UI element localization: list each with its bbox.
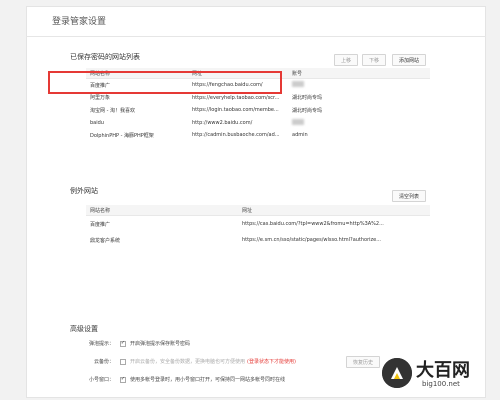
masked-account bbox=[292, 118, 304, 125]
saved-sites-title: 已保存密码的网站列表 bbox=[70, 53, 140, 61]
watermark-logo-icon bbox=[382, 358, 412, 388]
watermark-url: big100.net bbox=[422, 380, 460, 388]
site-name: baidu bbox=[90, 119, 104, 126]
clear-list-button[interactable]: 清空列表 bbox=[392, 190, 426, 202]
column-header-name: 网站名称 bbox=[86, 205, 238, 216]
add-site-button[interactable]: 添加网站 bbox=[392, 54, 426, 66]
move-down-button[interactable]: 下移 bbox=[362, 54, 386, 66]
setting-description: 开启弹泡提示保存账号密码 bbox=[130, 341, 191, 347]
site-account bbox=[288, 79, 430, 92]
restore-history-button[interactable]: 恢复历史 bbox=[346, 356, 380, 368]
site-account: 湖北时尚专玛 bbox=[292, 95, 323, 102]
table-row[interactable]: 鼎龙客户系统 https://e.sm.cn/sso/static/pages/… bbox=[86, 232, 430, 248]
setting-bubble-tip: 弹泡提示： ✓ 开启弹泡提示保存账号密码 bbox=[74, 340, 190, 347]
exceptions-title: 例外网站 bbox=[70, 187, 98, 195]
table-row[interactable]: DolphinPHP - 海豚PHP框架 http://cadmin.busba… bbox=[86, 129, 430, 142]
site-account: 湖北时尚专玛 bbox=[292, 107, 323, 114]
highlight-box bbox=[48, 71, 282, 94]
bubble-tip-checkbox[interactable]: ✓ bbox=[120, 340, 126, 347]
setting-description: 使用多帐号登录时，用小号窗口打开，可保持同一网站多帐号同时在线 bbox=[130, 377, 286, 383]
advanced-settings-title: 高级设置 bbox=[70, 325, 98, 333]
watermark-logo-svg bbox=[382, 358, 412, 388]
login-required-note: (登录状态下才能使用) bbox=[247, 359, 296, 365]
table-row[interactable]: 百度推广 https://cas.baidu.com/?tpl=www2&fro… bbox=[86, 216, 430, 233]
site-name: 鼎龙客户系统 bbox=[90, 237, 121, 244]
setting-label: 小号窗口： bbox=[88, 377, 114, 383]
table-row[interactable]: baidu http://www2.baidu.com/ bbox=[86, 117, 430, 130]
site-url: http://www2.baidu.com/ bbox=[192, 119, 253, 126]
masked-account bbox=[292, 81, 304, 88]
site-account bbox=[288, 117, 430, 130]
site-url: http://cadmin.busbaoche.com/ad... bbox=[192, 132, 280, 139]
site-url: https://login.taobao.com/membe... bbox=[192, 107, 279, 114]
small-window-checkbox[interactable]: ✓ bbox=[120, 376, 126, 383]
setting-label: 弹泡提示： bbox=[88, 341, 114, 347]
cloud-backup-checkbox[interactable] bbox=[120, 358, 126, 365]
move-up-button[interactable]: 上移 bbox=[334, 54, 358, 66]
setting-small-window: 小号窗口： ✓ 使用多帐号登录时，用小号窗口打开，可保持同一网站多帐号同时在线 bbox=[74, 376, 285, 383]
site-url: https://e.sm.cn/sso/static/pages/wlsso.h… bbox=[242, 237, 382, 243]
watermark: 大百网 big100.net bbox=[380, 352, 500, 400]
exception-sites-table: 网站名称 网址 百度推广 https://cas.baidu.com/?tpl=… bbox=[86, 205, 430, 248]
site-name: DolphinPHP - 海豚PHP框架 bbox=[90, 132, 154, 139]
setting-description: 开启云备份，安全备份数据，更换电脑也可方便使用 bbox=[130, 359, 246, 365]
setting-label: 云备份： bbox=[93, 359, 114, 365]
column-header-account: 账号 bbox=[288, 68, 430, 79]
site-url: https://cas.baidu.com/?tpl=www2&fromu=ht… bbox=[242, 221, 384, 227]
watermark-title: 大百网 bbox=[416, 360, 470, 381]
site-account: admin bbox=[292, 132, 308, 139]
column-header-url: 网址 bbox=[238, 205, 430, 216]
page-title: 登录管家设置 bbox=[52, 17, 107, 27]
title-divider bbox=[26, 36, 486, 37]
table-row[interactable]: 淘宝网 - 淘！我喜欢 https://login.taobao.com/mem… bbox=[86, 104, 430, 117]
table-header: 网站名称 网址 bbox=[86, 205, 430, 216]
site-name: 淘宝网 - 淘！我喜欢 bbox=[90, 107, 135, 114]
site-name: 百度推广 bbox=[90, 221, 111, 228]
setting-cloud-backup: 云备份： 开启云备份，安全备份数据，更换电脑也可方便使用 (登录状态下才能使用) bbox=[74, 358, 296, 365]
